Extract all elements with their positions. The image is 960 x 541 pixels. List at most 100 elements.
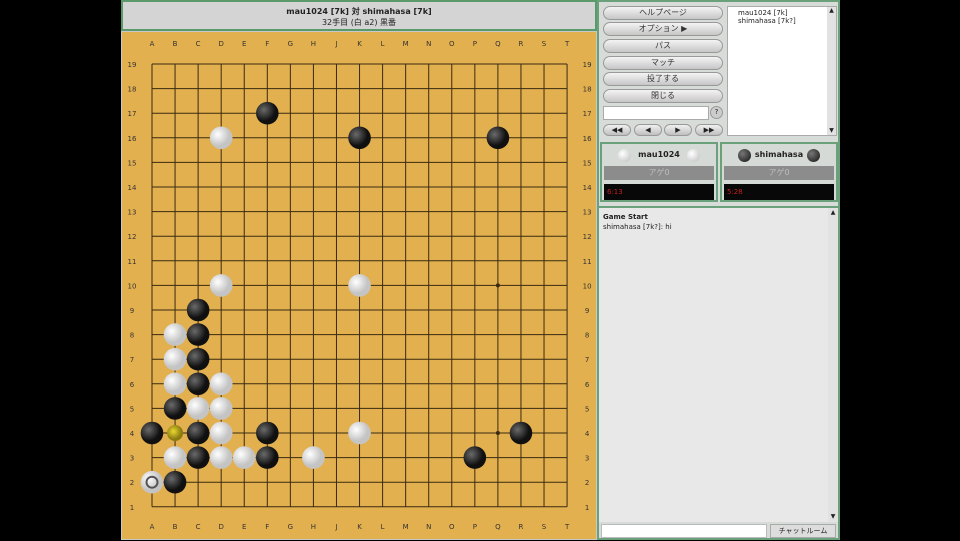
first-move-button[interactable]: ◀◀ bbox=[603, 124, 631, 136]
row-label: 15 bbox=[583, 159, 592, 167]
chat-line: Game Start bbox=[603, 213, 648, 221]
row-label: 9 bbox=[130, 307, 134, 315]
white-stone bbox=[209, 274, 233, 297]
prev-move-button[interactable]: ◀ bbox=[634, 124, 662, 136]
chat-line: shimahasa [7k?]: hi bbox=[603, 223, 672, 231]
black-stone bbox=[256, 101, 279, 125]
chat-input[interactable] bbox=[601, 524, 767, 538]
column-label: P bbox=[473, 523, 477, 531]
player-name: mau1024 bbox=[638, 150, 680, 159]
column-label: R bbox=[519, 40, 524, 48]
board-grid[interactable]: AABBCCDDEEFFGGHHJJKKLLMMNNOOPPQQRRSSTT19… bbox=[122, 32, 598, 541]
column-label: D bbox=[218, 523, 223, 531]
black-stone bbox=[186, 298, 210, 322]
row-label: 4 bbox=[585, 430, 590, 438]
column-label: K bbox=[357, 40, 362, 48]
user-list[interactable]: mau1024 [7k] shimahasa [7k?] ▲ ▼ bbox=[727, 6, 837, 136]
white-stone bbox=[209, 421, 233, 445]
column-label: S bbox=[542, 523, 547, 531]
row-label: 19 bbox=[583, 61, 592, 69]
help-icon[interactable]: ? bbox=[710, 106, 723, 119]
black-stone bbox=[256, 446, 279, 469]
column-label: R bbox=[519, 523, 524, 531]
column-label: D bbox=[218, 40, 223, 48]
move-input[interactable] bbox=[603, 106, 709, 120]
row-label: 11 bbox=[583, 258, 592, 266]
resign-button[interactable]: 投了する bbox=[603, 72, 723, 86]
close-button[interactable]: 閉じる bbox=[603, 89, 723, 103]
options-button[interactable]: オプション ▶ bbox=[603, 22, 723, 36]
row-label: 14 bbox=[128, 184, 137, 192]
white-stone bbox=[163, 446, 187, 469]
column-label: A bbox=[150, 40, 155, 48]
chat-room-button[interactable]: チャットルーム bbox=[770, 524, 836, 538]
game-title: mau1024 [7k] 対 shimahasa [7k] bbox=[286, 7, 432, 16]
white-stone bbox=[209, 397, 233, 420]
white-stone bbox=[232, 446, 256, 469]
chat-scrollbar[interactable]: ▲ ▼ bbox=[828, 208, 838, 522]
column-label: A bbox=[150, 523, 155, 531]
row-label: 15 bbox=[128, 159, 137, 167]
column-label: T bbox=[564, 40, 570, 48]
next-move-button[interactable]: ▶ bbox=[664, 124, 692, 136]
column-label: O bbox=[449, 523, 455, 531]
black-stone bbox=[186, 446, 210, 469]
pass-button[interactable]: パス bbox=[603, 39, 723, 53]
white-stone bbox=[186, 397, 210, 420]
column-label: B bbox=[173, 523, 178, 531]
column-label: S bbox=[542, 40, 547, 48]
black-stone bbox=[486, 126, 510, 150]
column-label: B bbox=[173, 40, 178, 48]
white-stone bbox=[209, 372, 233, 396]
row-label: 7 bbox=[130, 356, 134, 364]
row-label: 12 bbox=[583, 233, 592, 241]
player-panel-white: mau1024 アゲ0 6:13 bbox=[600, 142, 718, 202]
user-item[interactable]: mau1024 [7k] bbox=[738, 9, 826, 17]
row-label: 5 bbox=[130, 405, 134, 413]
row-label: 18 bbox=[583, 86, 592, 94]
black-stone bbox=[463, 446, 487, 469]
white-stone bbox=[140, 470, 164, 494]
clock: 5:28 bbox=[724, 184, 834, 200]
star-point bbox=[495, 431, 500, 435]
row-label: 13 bbox=[583, 209, 592, 217]
column-label: K bbox=[357, 523, 362, 531]
white-stone bbox=[209, 126, 233, 150]
column-label: N bbox=[426, 523, 431, 531]
column-label: O bbox=[449, 40, 455, 48]
point-marker bbox=[167, 425, 184, 441]
help-page-button[interactable]: ヘルプページ bbox=[603, 6, 723, 20]
black-stone bbox=[186, 347, 210, 371]
white-stone bbox=[348, 421, 371, 445]
row-label: 8 bbox=[130, 332, 134, 340]
row-label: 19 bbox=[128, 61, 137, 69]
row-label: 3 bbox=[585, 455, 589, 463]
row-label: 14 bbox=[583, 184, 592, 192]
black-stone bbox=[163, 470, 187, 494]
row-label: 6 bbox=[130, 381, 135, 389]
captures: アゲ0 bbox=[724, 166, 834, 180]
side-panel: ヘルプページ オプション ▶ パス マッチ 投了する 閉じる ? ◀◀ ◀ ▶ … bbox=[597, 0, 840, 540]
row-label: 3 bbox=[130, 455, 134, 463]
user-item[interactable]: shimahasa [7k?] bbox=[738, 17, 826, 25]
white-stone bbox=[163, 372, 187, 396]
column-label: N bbox=[426, 40, 431, 48]
column-label: E bbox=[242, 523, 246, 531]
last-move-button[interactable]: ▶▶ bbox=[695, 124, 723, 136]
player-name: shimahasa bbox=[754, 150, 804, 159]
column-label: C bbox=[196, 40, 201, 48]
black-stone bbox=[186, 372, 210, 396]
go-board[interactable]: A A B B C C D D E E F F G G H H J J K K L L M M N N O O P P Q Q R R S S T T 19… bbox=[121, 31, 597, 540]
column-label: Q bbox=[495, 523, 501, 531]
row-label: 11 bbox=[128, 258, 137, 266]
match-button[interactable]: マッチ bbox=[603, 56, 723, 70]
black-stone bbox=[256, 421, 279, 445]
row-label: 12 bbox=[128, 233, 137, 241]
column-label: C bbox=[196, 523, 201, 531]
column-label: J bbox=[334, 40, 337, 48]
row-label: 16 bbox=[583, 135, 592, 143]
row-label: 10 bbox=[583, 282, 592, 290]
white-stone bbox=[163, 347, 187, 371]
user-list-scrollbar[interactable]: ▲ ▼ bbox=[827, 7, 836, 135]
black-stone bbox=[163, 397, 187, 420]
